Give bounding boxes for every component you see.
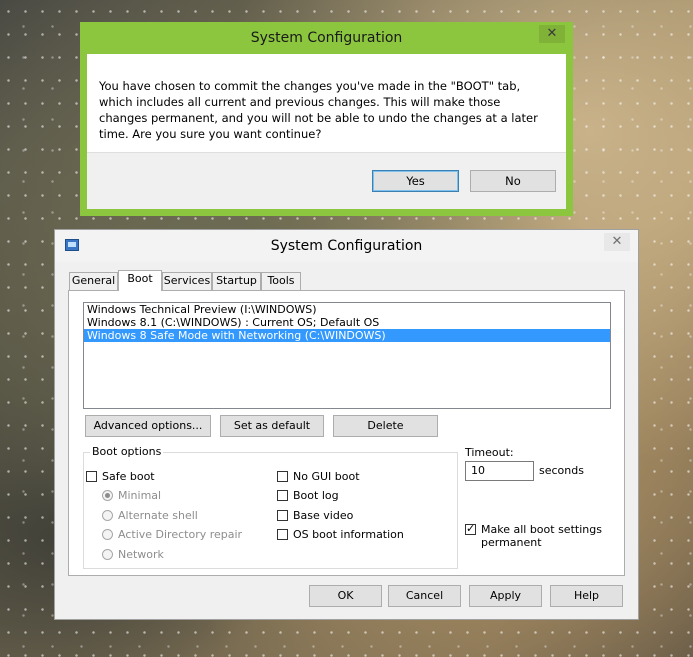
timeout-label: Timeout: bbox=[465, 446, 514, 459]
tab-startup[interactable]: Startup bbox=[212, 272, 261, 290]
checkbox-box[interactable] bbox=[277, 471, 288, 482]
close-icon: ✕ bbox=[546, 26, 558, 41]
safe-boot-checkbox[interactable]: Safe boot bbox=[86, 470, 155, 483]
base-video-checkbox[interactable]: Base video bbox=[277, 509, 353, 522]
advanced-options-button[interactable]: Advanced options... bbox=[85, 415, 211, 437]
no-gui-boot-checkbox[interactable]: No GUI boot bbox=[277, 470, 360, 483]
checkbox-box[interactable] bbox=[465, 522, 476, 535]
confirm-title: System Configuration bbox=[250, 30, 403, 46]
tab-general[interactable]: General bbox=[69, 272, 118, 290]
radio-circle[interactable] bbox=[102, 529, 113, 540]
close-icon: ✕ bbox=[611, 234, 623, 249]
checkbox-box[interactable] bbox=[86, 471, 97, 482]
confirm-dialog: System Configuration ✕ You have chosen t… bbox=[80, 22, 573, 216]
tab-tools[interactable]: Tools bbox=[261, 272, 301, 290]
radio-circle[interactable] bbox=[102, 549, 113, 560]
minimal-radio[interactable]: Minimal bbox=[102, 489, 161, 502]
base-video-label: Base video bbox=[293, 509, 354, 522]
no-button[interactable]: No bbox=[470, 170, 556, 192]
cancel-button[interactable]: Cancel bbox=[388, 585, 461, 607]
radio-circle[interactable] bbox=[102, 510, 113, 521]
main-close-button[interactable]: ✕ bbox=[604, 233, 630, 251]
help-button[interactable]: Help bbox=[550, 585, 623, 607]
tab-services[interactable]: Services bbox=[162, 272, 212, 290]
boot-tab-panel: Windows Technical Preview (I:\WINDOWS) W… bbox=[68, 290, 625, 576]
confirm-titlebar[interactable]: System Configuration ✕ bbox=[80, 22, 573, 54]
boot-log-label: Boot log bbox=[293, 489, 339, 502]
set-as-default-button[interactable]: Set as default bbox=[220, 415, 324, 437]
network-label: Network bbox=[118, 548, 164, 561]
checkbox-box[interactable] bbox=[277, 510, 288, 521]
safe-boot-label: Safe boot bbox=[102, 470, 155, 483]
seconds-label: seconds bbox=[539, 464, 584, 477]
confirm-message: You have chosen to commit the changes yo… bbox=[99, 79, 538, 141]
apply-button[interactable]: Apply bbox=[469, 585, 542, 607]
tab-boot[interactable]: Boot bbox=[118, 270, 162, 291]
main-titlebar[interactable]: System Configuration ✕ bbox=[55, 230, 638, 262]
boot-options-group: Boot options Safe boot Minimal Alternate… bbox=[83, 445, 458, 569]
active-directory-repair-label: Active Directory repair bbox=[118, 528, 243, 541]
timeout-input[interactable]: 10 bbox=[465, 461, 534, 481]
network-radio[interactable]: Network bbox=[102, 548, 164, 561]
radio-circle[interactable] bbox=[102, 490, 113, 501]
msconfig-app-icon bbox=[65, 239, 79, 251]
os-boot-information-label: OS boot information bbox=[293, 528, 404, 541]
ok-button[interactable]: OK bbox=[309, 585, 382, 607]
confirm-close-button[interactable]: ✕ bbox=[539, 25, 565, 43]
confirm-footer: Yes No bbox=[87, 152, 566, 209]
main-title: System Configuration bbox=[270, 238, 423, 254]
make-permanent-checkbox[interactable]: Make all boot settings permanent bbox=[465, 522, 602, 549]
minimal-label: Minimal bbox=[118, 489, 162, 502]
no-gui-boot-label: No GUI boot bbox=[293, 470, 360, 483]
alternate-shell-radio[interactable]: Alternate shell bbox=[102, 509, 198, 522]
system-configuration-window: System Configuration ✕ General Boot Serv… bbox=[54, 229, 639, 620]
os-boot-information-checkbox[interactable]: OS boot information bbox=[277, 528, 404, 541]
os-list[interactable]: Windows Technical Preview (I:\WINDOWS) W… bbox=[83, 302, 611, 409]
os-list-item[interactable]: Windows 8.1 (C:\WINDOWS) : Current OS; D… bbox=[84, 316, 610, 329]
os-list-item[interactable]: Windows Technical Preview (I:\WINDOWS) bbox=[84, 303, 610, 316]
checkbox-box[interactable] bbox=[277, 490, 288, 501]
boot-options-title: Boot options bbox=[90, 445, 164, 458]
active-directory-repair-radio[interactable]: Active Directory repair bbox=[102, 528, 242, 541]
alternate-shell-label: Alternate shell bbox=[118, 509, 198, 522]
make-permanent-label: Make all boot settings permanent bbox=[481, 523, 602, 549]
boot-log-checkbox[interactable]: Boot log bbox=[277, 489, 339, 502]
os-list-item-selected[interactable]: Windows 8 Safe Mode with Networking (C:\… bbox=[84, 329, 610, 342]
delete-button[interactable]: Delete bbox=[333, 415, 438, 437]
checkbox-box[interactable] bbox=[277, 529, 288, 540]
yes-button[interactable]: Yes bbox=[372, 170, 459, 192]
